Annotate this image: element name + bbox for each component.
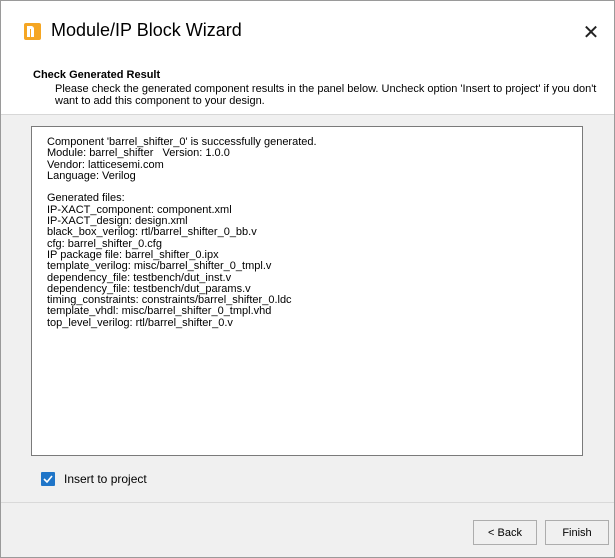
wizard-dialog: Module/IP Block Wizard ✕ Check Generated… — [0, 0, 615, 558]
result-line: template_verilog: misc/barrel_shifter_0_… — [47, 260, 272, 273]
close-button[interactable]: ✕ — [568, 1, 614, 63]
results-text-area[interactable]: Component 'barrel_shifter_0' is successf… — [31, 126, 583, 456]
title-bar: Module/IP Block Wizard ✕ — [1, 1, 614, 63]
insert-to-project-option[interactable]: Insert to project — [41, 471, 147, 487]
result-line: top_level_verilog: rtl/barrel_shifter_0.… — [47, 316, 233, 329]
window-title: Module/IP Block Wizard — [51, 20, 242, 40]
footer-separator — [1, 502, 614, 503]
app-icon — [24, 23, 41, 40]
wizard-header: Check Generated Result Please check the … — [1, 63, 614, 115]
header-description: Please check the generated component res… — [55, 83, 597, 107]
header-title: Check Generated Result — [33, 69, 161, 81]
checkmark-icon — [43, 475, 53, 483]
back-button[interactable]: < Back — [473, 520, 537, 545]
result-line: black_box_verilog: rtl/barrel_shifter_0_… — [47, 226, 257, 239]
result-line: Module: barrel_shifter Version: 1.0.0 — [47, 147, 230, 160]
finish-button[interactable]: Finish — [545, 520, 609, 545]
result-line: Language: Verilog — [47, 169, 136, 182]
result-line — [47, 182, 576, 193]
insert-to-project-checkbox[interactable] — [41, 472, 55, 486]
insert-to-project-label: Insert to project — [64, 472, 147, 486]
